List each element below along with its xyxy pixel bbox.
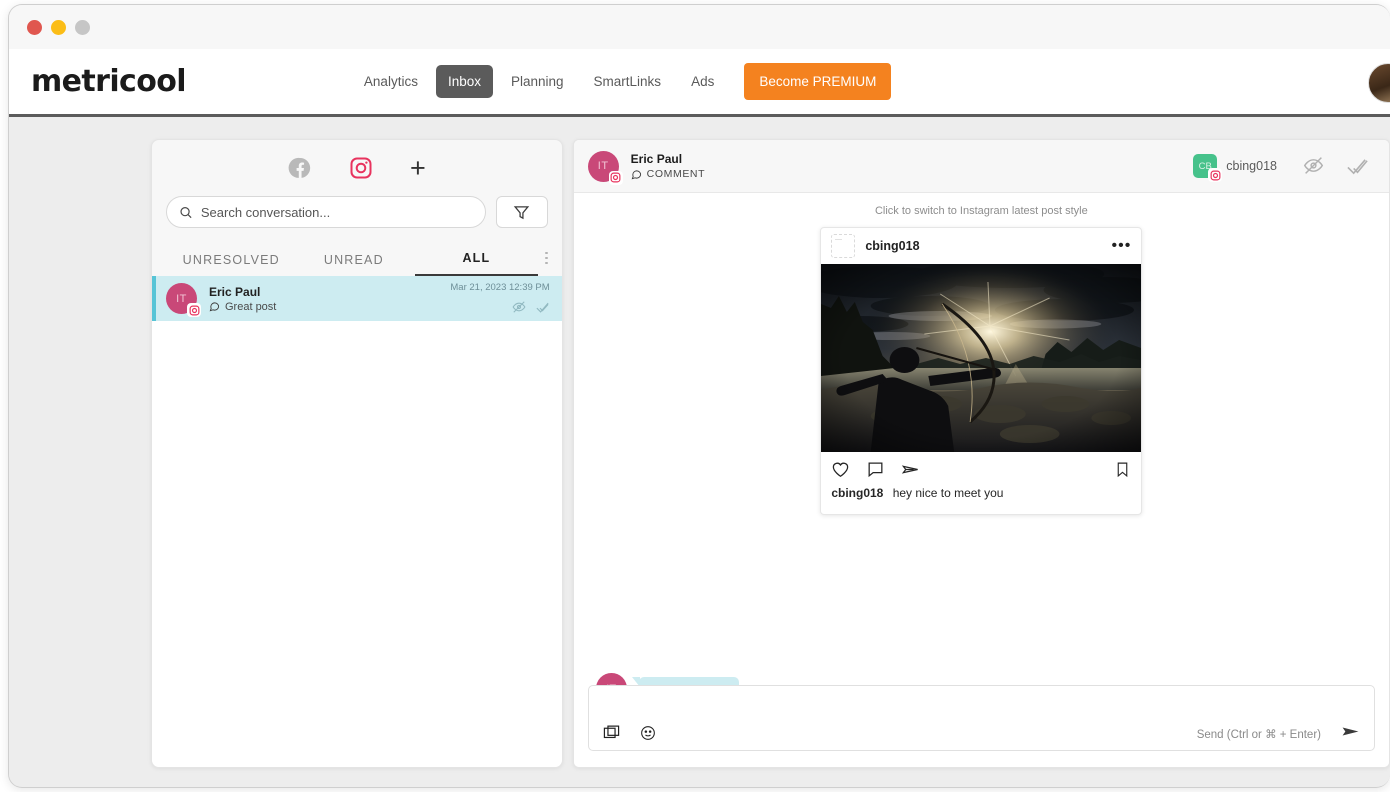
account-avatar: CB	[1193, 154, 1217, 178]
instagram-badge-icon	[187, 303, 201, 317]
nav-links: Analytics Inbox Planning SmartLinks Ads …	[352, 63, 891, 100]
nav-link-smartlinks[interactable]: SmartLinks	[582, 65, 674, 98]
share-icon[interactable]	[901, 460, 920, 479]
check-icon[interactable]	[1346, 155, 1369, 178]
conversation-tabs: UNRESOLVED UNREAD ALL	[152, 242, 562, 276]
message-bubble: Great post	[639, 677, 739, 685]
post-caption-user[interactable]: cbing018	[831, 486, 883, 500]
conversation-list: IT Eric Paul Great post Mar 21, 2023	[152, 276, 562, 767]
conversation-name: Eric Paul	[209, 285, 450, 299]
avatar: IT	[166, 283, 197, 314]
instagram-badge-icon	[1208, 168, 1222, 182]
post-caption-text: hey nice to meet you	[893, 486, 1004, 500]
thread-body: Click to switch to Instagram latest post…	[574, 193, 1389, 685]
check-icon[interactable]	[535, 300, 550, 315]
bookmark-icon[interactable]	[1114, 460, 1131, 479]
conversation-right: Mar 21, 2023 12:39 PM	[450, 282, 549, 315]
eye-off-icon[interactable]	[512, 300, 526, 314]
comment-icon[interactable]	[866, 460, 885, 479]
tab-all[interactable]: ALL	[415, 251, 538, 276]
like-icon[interactable]	[831, 460, 850, 479]
app-body: + UNRESOLVED UNREAD ALL	[9, 117, 1390, 786]
instagram-badge-icon	[609, 171, 623, 185]
conversation-snippet: Great post	[225, 301, 276, 313]
conversation-actions	[450, 300, 549, 315]
search-box[interactable]	[166, 196, 486, 228]
metricool-logo[interactable]: metricool	[31, 64, 186, 99]
browser-window: metricool Analytics Inbox Planning Smart…	[8, 4, 1390, 788]
tabs-overflow-menu-icon[interactable]	[538, 252, 556, 277]
conversation-time: Mar 21, 2023 12:39 PM	[450, 282, 549, 293]
comment-icon	[631, 169, 642, 180]
window-titlebar	[9, 5, 1390, 49]
instagram-post-card[interactable]: cbing018 •••	[820, 227, 1142, 515]
nav-link-inbox[interactable]: Inbox	[436, 65, 493, 98]
message-composer: Send (Ctrl or ⌘ + Enter)	[574, 685, 1389, 767]
window-minimize-button[interactable]	[51, 20, 66, 35]
filter-icon	[513, 204, 530, 221]
send-hint-label: Send (Ctrl or ⌘ + Enter)	[1197, 727, 1321, 741]
post-header: cbing018 •••	[821, 228, 1141, 264]
search-input[interactable]	[201, 205, 473, 220]
post-image	[821, 264, 1141, 452]
tab-unread[interactable]: UNREAD	[293, 253, 416, 276]
add-network-icon[interactable]: +	[410, 155, 426, 182]
conversation-snippet-row: Great post	[209, 301, 450, 313]
thread-contact-name: Eric Paul	[631, 152, 705, 166]
facebook-icon[interactable]	[288, 156, 312, 180]
search-row	[152, 196, 562, 228]
conversation-list-item[interactable]: IT Eric Paul Great post Mar 21, 2023	[152, 276, 562, 321]
message-avatar: IT	[596, 673, 627, 685]
user-avatar[interactable]	[1368, 63, 1390, 103]
window-maximize-button[interactable]	[75, 20, 90, 35]
emoji-icon[interactable]	[640, 725, 656, 741]
composer-box[interactable]: Send (Ctrl or ⌘ + Enter)	[588, 685, 1375, 751]
account-chip[interactable]: CB cbing018	[1193, 154, 1277, 178]
window-close-button[interactable]	[27, 20, 42, 35]
post-username[interactable]: cbing018	[865, 239, 1101, 253]
thread-panel: IT Eric Paul COMMENT CB	[573, 139, 1390, 768]
thread-type-label: COMMENT	[647, 168, 705, 180]
nav-link-analytics[interactable]: Analytics	[352, 65, 430, 98]
thread-type-row: COMMENT	[631, 168, 705, 180]
conversations-panel: + UNRESOLVED UNREAD ALL	[151, 139, 563, 768]
switch-style-hint[interactable]: Click to switch to Instagram latest post…	[574, 193, 1389, 217]
post-actions	[821, 452, 1141, 486]
filter-button[interactable]	[496, 196, 548, 228]
post-avatar-placeholder-icon	[831, 234, 855, 258]
nav-link-ads[interactable]: Ads	[679, 65, 726, 98]
message-block: IT Great post Mar 21, 2023 12:39 PM	[596, 673, 749, 685]
eye-off-icon[interactable]	[1303, 155, 1324, 176]
network-filter-row: +	[152, 140, 562, 196]
thread-header-meta: Eric Paul COMMENT	[631, 152, 705, 180]
tab-unresolved[interactable]: UNRESOLVED	[170, 253, 293, 276]
conversation-meta: Eric Paul Great post	[209, 285, 450, 313]
nav-link-planning[interactable]: Planning	[499, 65, 576, 98]
account-name: cbing018	[1226, 159, 1277, 173]
app-navbar: metricool Analytics Inbox Planning Smart…	[9, 49, 1390, 117]
thread-avatar: IT	[588, 151, 619, 182]
send-icon[interactable]	[1341, 722, 1360, 741]
image-attach-icon[interactable]	[603, 724, 620, 741]
post-caption: cbing018 hey nice to meet you	[821, 486, 1141, 514]
search-icon	[179, 205, 193, 220]
post-menu-icon[interactable]: •••	[1112, 243, 1132, 249]
thread-header-actions	[1303, 155, 1369, 178]
become-premium-button[interactable]: Become PREMIUM	[744, 63, 891, 100]
thread-header: IT Eric Paul COMMENT CB	[574, 140, 1389, 193]
message-row: IT Great post	[596, 673, 749, 685]
instagram-icon[interactable]	[349, 156, 373, 180]
comment-icon	[209, 301, 220, 312]
